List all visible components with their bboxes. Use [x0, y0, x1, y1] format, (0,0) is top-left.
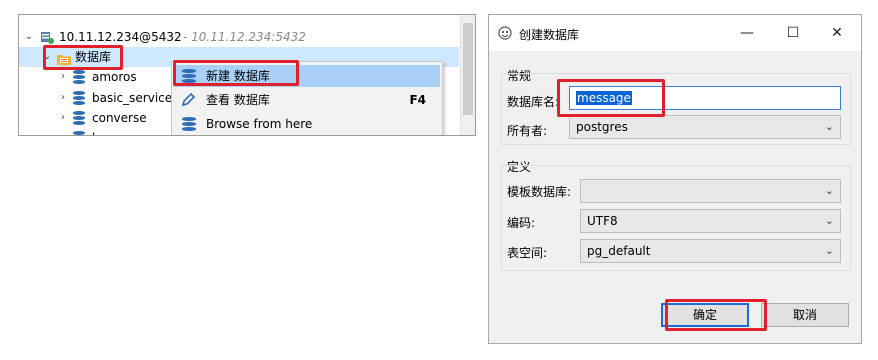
context-menu: 新建 数据库 查看 数据库 F4 Browse from here: [171, 61, 443, 135]
server-icon: [40, 30, 54, 44]
database-navigator-tree: ⌄ 10.11.12.234@5432 - 10.11.12.234:5432 …: [18, 14, 476, 136]
owner-value: postgres: [576, 120, 628, 134]
database-label: basic_service: [92, 91, 173, 105]
database-icon: [73, 131, 85, 135]
db-name-field[interactable]: message: [569, 86, 841, 110]
chevron-down-icon: ⌄: [824, 244, 834, 257]
dialog-titlebar[interactable]: 创建数据库 — ☐ ✕: [489, 15, 861, 51]
database-icon: [73, 91, 85, 105]
database-icon: [182, 69, 196, 85]
tablespace-label: 表空间:: [507, 246, 548, 260]
menu-item-label: 查看 数据库: [206, 93, 270, 107]
server-hint: - 10.11.12.234:5432: [183, 30, 306, 44]
database-icon: [73, 111, 85, 125]
ok-button[interactable]: 确定: [661, 303, 749, 327]
tree-row-database[interactable]: › converse: [19, 108, 169, 128]
app-icon: [498, 26, 512, 40]
chevron-down-icon[interactable]: ⌄: [23, 27, 35, 47]
chevron-down-icon: ⌄: [824, 184, 834, 197]
tree-row-database[interactable]: › amoros: [19, 67, 169, 87]
database-icon: [182, 117, 196, 133]
chevron-down-icon: ⌄: [824, 214, 834, 227]
chevron-right-icon[interactable]: ›: [57, 128, 69, 135]
pencil-icon: [181, 92, 196, 108]
menu-item-label: 新建 数据库: [206, 69, 270, 83]
db-name-value: message: [576, 91, 632, 105]
dialog-title: 创建数据库: [519, 28, 580, 42]
cancel-button[interactable]: 取消: [761, 303, 849, 327]
chevron-right-icon[interactable]: ›: [57, 108, 69, 128]
tree-row-database[interactable]: › basic_service: [19, 88, 173, 108]
close-button[interactable]: ✕: [823, 21, 851, 45]
template-label: 模板数据库:: [507, 185, 572, 199]
maximize-button[interactable]: ☐: [779, 21, 807, 45]
database-label: k...: [92, 128, 110, 135]
tree-row-server[interactable]: ⌄ 10.11.12.234@5432 - 10.11.12.234:5432: [19, 27, 459, 47]
folder-label: 数据库: [75, 50, 112, 64]
chevron-right-icon[interactable]: ›: [57, 88, 69, 108]
tree-row-database[interactable]: › k...: [19, 128, 169, 135]
database-label: converse: [92, 111, 147, 125]
tree-scrollbar[interactable]: [460, 15, 475, 135]
menu-item-new-database[interactable]: 新建 数据库: [174, 65, 440, 87]
server-label: 10.11.12.234@5432: [59, 30, 182, 44]
menu-item-view-database[interactable]: 查看 数据库 F4: [174, 89, 440, 111]
menu-item-shortcut: F4: [409, 93, 426, 107]
tablespace-select[interactable]: pg_default ⌄: [580, 239, 841, 263]
menu-item-browse-from-here[interactable]: Browse from here: [174, 113, 440, 135]
create-database-dialog: 创建数据库 — ☐ ✕ 常规 数据库名: message 所有者: postgr…: [488, 14, 862, 344]
database-label: amoros: [92, 70, 137, 84]
encoding-select[interactable]: UTF8 ⌄: [580, 209, 841, 233]
owner-label: 所有者:: [507, 124, 548, 138]
menu-item-label: Browse from here: [206, 117, 313, 131]
folder-icon: [57, 51, 71, 65]
owner-select[interactable]: postgres ⌄: [569, 115, 841, 139]
minimize-button[interactable]: —: [733, 21, 761, 45]
template-select[interactable]: ⌄: [580, 179, 841, 203]
encoding-value: UTF8: [587, 214, 618, 228]
encoding-label: 编码:: [507, 216, 536, 230]
database-icon: [73, 70, 85, 84]
db-name-label: 数据库名:: [507, 95, 560, 109]
tablespace-value: pg_default: [587, 244, 651, 258]
chevron-down-icon: ⌄: [824, 120, 834, 133]
chevron-down-icon[interactable]: ⌄: [41, 47, 53, 67]
chevron-right-icon[interactable]: ›: [57, 67, 69, 87]
scrollbar-thumb[interactable]: [463, 23, 473, 115]
